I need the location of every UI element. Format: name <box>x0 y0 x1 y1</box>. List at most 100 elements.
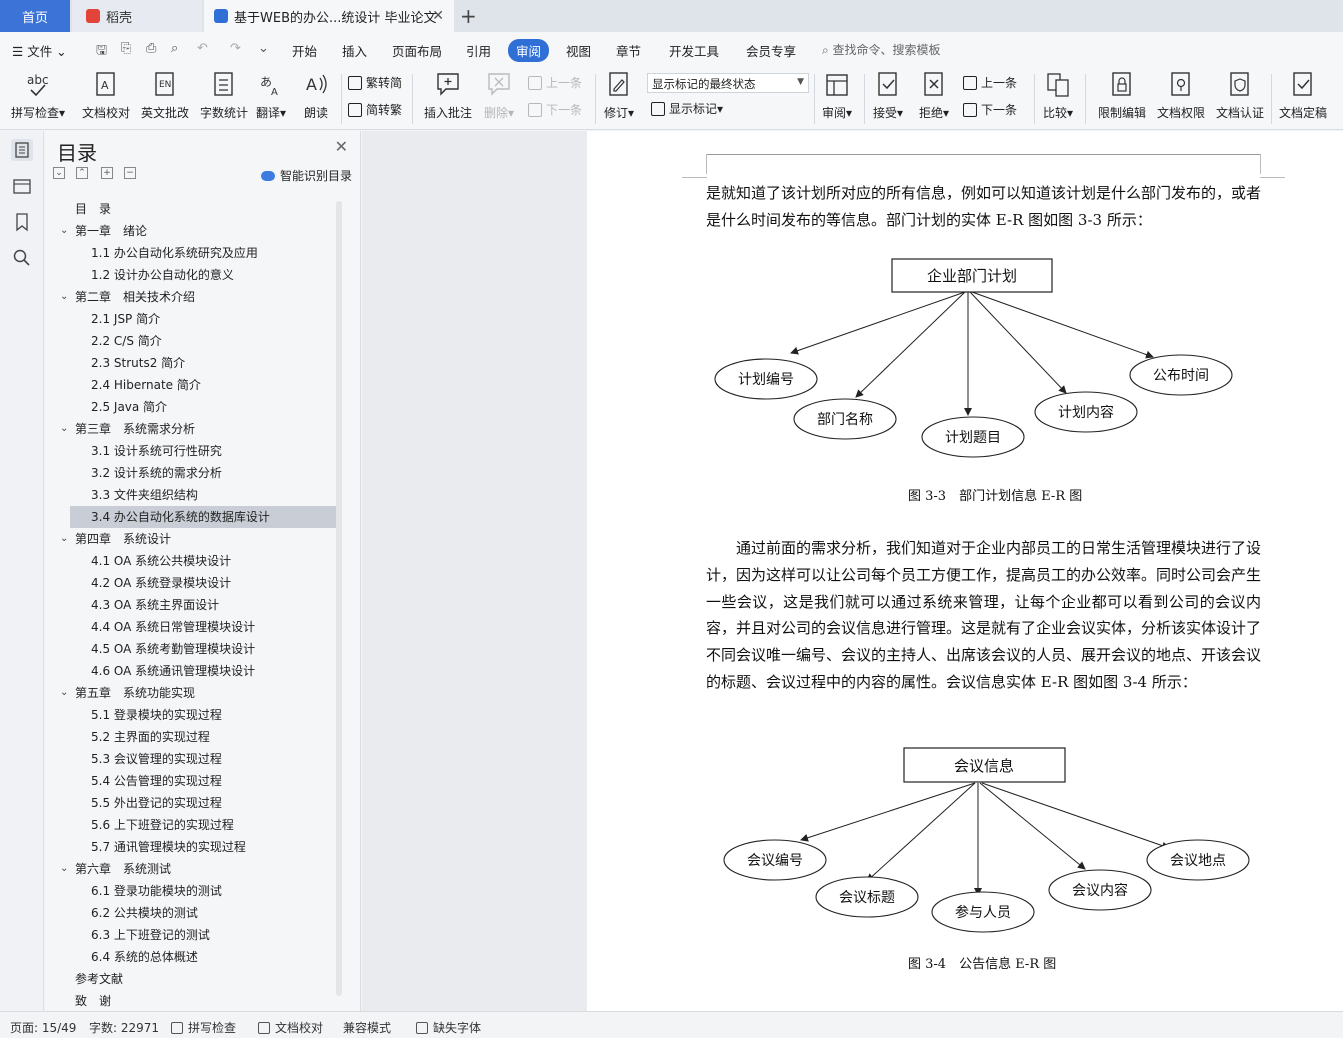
toc-item[interactable]: 6.4 系统的总体概述 <box>45 946 337 968</box>
expand-level-icon[interactable]: + <box>101 167 113 179</box>
menu-insert[interactable]: 插入 <box>342 41 367 60</box>
quick-access-dropdown-icon[interactable]: ⌄ <box>258 41 269 56</box>
collapse-level-icon[interactable]: − <box>124 167 136 179</box>
print-preview-icon[interactable]: ⌕ <box>171 41 178 56</box>
search-icon[interactable] <box>11 247 33 269</box>
toc-item[interactable]: ⌄ 第三章 系统需求分析 <box>45 418 337 440</box>
doc-proof-button[interactable]: A 文档校对 <box>76 70 136 121</box>
show-markup-button[interactable]: 显示标记 ▾ <box>651 100 723 117</box>
toc-item[interactable]: 1.2 设计办公自动化的意义 <box>45 264 337 286</box>
share-icon[interactable]: ⎘ <box>121 41 131 56</box>
new-tab-icon[interactable]: + <box>460 4 477 28</box>
menu-layout[interactable]: 页面布局 <box>392 41 442 60</box>
close-tab-icon[interactable]: ✕ <box>432 8 444 24</box>
toc-item[interactable]: 4.2 OA 系统登录模块设计 <box>45 572 337 594</box>
toc-scrollbar[interactable] <box>336 201 342 996</box>
track-changes-button[interactable]: 修订▾ <box>596 70 642 121</box>
trad-to-simp-button[interactable]: 繁转简 <box>348 74 402 91</box>
next-change-button[interactable]: 下一条 <box>963 101 1017 118</box>
insert-comment-button[interactable]: 插入批注 <box>418 70 478 121</box>
toc-item[interactable]: 2.4 Hibernate 简介 <box>45 374 337 396</box>
save-icon[interactable]: 🖫 <box>96 41 107 63</box>
next-comment-button[interactable]: 下一条 <box>528 101 582 118</box>
toc-item[interactable]: 致 谢 <box>45 990 337 1012</box>
toc-item[interactable]: 5.1 登录模块的实现过程 <box>45 704 337 726</box>
toc-item[interactable]: ⌄ 第二章 相关技术介绍 <box>45 286 337 308</box>
toc-item[interactable]: 4.5 OA 系统考勤管理模块设计 <box>45 638 337 660</box>
toc-item[interactable]: ⌄ 第六章 系统测试 <box>45 858 337 880</box>
toc-item[interactable]: 3.3 文件夹组织结构 <box>45 484 337 506</box>
tab-home[interactable]: 首页 <box>0 0 70 32</box>
outline-icon[interactable] <box>11 175 33 197</box>
toc-item[interactable]: 4.3 OA 系统主界面设计 <box>45 594 337 616</box>
chevron-down-icon[interactable]: ⌄ <box>60 418 68 440</box>
menu-chapter[interactable]: 章节 <box>616 41 641 60</box>
doc-certify-button[interactable]: 文档认证 <box>1210 70 1270 121</box>
toc-item[interactable]: 5.6 上下班登记的实现过程 <box>45 814 337 836</box>
toc-item[interactable]: 5.3 会议管理的实现过程 <box>45 748 337 770</box>
simp-to-trad-button[interactable]: 简转繁 <box>348 101 402 118</box>
chevron-down-icon[interactable]: ⌄ <box>60 286 68 308</box>
toc-item[interactable]: 6.1 登录功能模块的测试 <box>45 880 337 902</box>
markup-state-select[interactable]: 显示标记的最终状态 ▼ <box>647 73 809 93</box>
toc-item[interactable]: 6.2 公共模块的测试 <box>45 902 337 924</box>
expand-all-icon[interactable]: ⌄ <box>53 167 65 179</box>
redo-icon[interactable]: ↷ <box>230 41 241 56</box>
toc-item[interactable]: ⌄ 第五章 系统功能实现 <box>45 682 337 704</box>
spellcheck-button[interactable]: abc 拼写检查▾ <box>8 70 68 121</box>
chevron-down-icon[interactable]: ⌄ <box>60 220 68 242</box>
menu-references[interactable]: 引用 <box>466 41 491 60</box>
english-review-button[interactable]: EN 英文批改 <box>135 70 195 121</box>
undo-icon[interactable]: ↶ <box>197 41 208 56</box>
toc-item[interactable]: 3.4 办公自动化系统的数据库设计 <box>70 506 336 528</box>
toc-item[interactable]: 2.1 JSP 简介 <box>45 308 337 330</box>
toc-item[interactable]: ⌄ 第四章 系统设计 <box>45 528 337 550</box>
smart-toc-button[interactable]: 智能识别目录 <box>260 167 352 184</box>
toc-item[interactable]: 2.3 Struts2 简介 <box>45 352 337 374</box>
toc-item[interactable]: 目 录 <box>45 198 337 220</box>
menu-view[interactable]: 视图 <box>566 41 591 60</box>
tab-daoke[interactable]: 稻壳 <box>72 0 202 32</box>
toc-item[interactable]: 1.1 办公自动化系统研究及应用 <box>45 242 337 264</box>
toc-item[interactable]: 参考文献 <box>45 968 337 990</box>
menu-review[interactable]: 审阅 <box>508 39 550 62</box>
toc-item[interactable]: 2.2 C/S 简介 <box>45 330 337 352</box>
toc-item[interactable]: 2.5 Java 简介 <box>45 396 337 418</box>
menu-start[interactable]: 开始 <box>292 41 317 60</box>
toc-item[interactable]: 3.2 设计系统的需求分析 <box>45 462 337 484</box>
print-icon[interactable]: ⎙ <box>146 41 156 56</box>
command-search[interactable]: ⌕ 查找命令、搜索模板 <box>822 41 941 58</box>
toc-item[interactable]: ⌄ 第一章 绪论 <box>45 220 337 242</box>
tab-document[interactable]: 基于WEB的办公...统设计 毕业论文 ✕ <box>204 0 454 32</box>
file-menu[interactable]: ☰ 文件 ⌄ <box>12 41 67 60</box>
accept-button[interactable]: 接受▾ <box>866 70 910 121</box>
toc-item[interactable]: 5.2 主界面的实现过程 <box>45 726 337 748</box>
delete-comment-button[interactable]: 删除▾ <box>472 70 526 121</box>
finalize-button[interactable]: 文档定稿 <box>1273 70 1333 121</box>
toc-item[interactable]: 4.6 OA 系统通讯管理模块设计 <box>45 660 337 682</box>
missing-font-status[interactable]: 缺失字体 <box>416 1019 481 1036</box>
chevron-down-icon[interactable]: ⌄ <box>60 682 68 704</box>
toc-item[interactable]: 5.4 公告管理的实现过程 <box>45 770 337 792</box>
restrict-editing-button[interactable]: 限制编辑 <box>1092 70 1152 121</box>
review-pane-button[interactable]: 审阅▾ <box>815 70 859 121</box>
reject-button[interactable]: 拒绝▾ <box>912 70 956 121</box>
doc-permission-button[interactable]: 文档权限 <box>1151 70 1211 121</box>
close-icon[interactable]: ✕ <box>335 137 348 156</box>
toc-icon[interactable] <box>11 139 33 161</box>
collapse-all-icon[interactable]: ⌃ <box>76 167 88 179</box>
compare-button[interactable]: 比较▾ <box>1036 70 1080 121</box>
chevron-down-icon[interactable]: ⌄ <box>60 858 68 880</box>
word-count-indicator[interactable]: 字数: 22971 <box>89 1019 159 1036</box>
prev-comment-button[interactable]: 上一条 <box>528 74 582 91</box>
chevron-down-icon[interactable]: ⌄ <box>60 528 68 550</box>
read-aloud-button[interactable]: A 朗读 <box>290 70 342 121</box>
toc-item[interactable]: 6.3 上下班登记的测试 <box>45 924 337 946</box>
document-page[interactable]: 是就知道了该计划所对应的所有信息，例如可以知道该计划是什么部门发布的，或者是什么… <box>587 131 1343 1011</box>
menu-developer[interactable]: 开发工具 <box>669 41 719 60</box>
toc-item[interactable]: 3.1 设计系统可行性研究 <box>45 440 337 462</box>
page-indicator[interactable]: 页面: 15/49 <box>10 1019 76 1036</box>
menu-member[interactable]: 会员专享 <box>746 41 796 60</box>
toc-item[interactable]: 5.5 外出登记的实现过程 <box>45 792 337 814</box>
prev-change-button[interactable]: 上一条 <box>963 74 1017 91</box>
